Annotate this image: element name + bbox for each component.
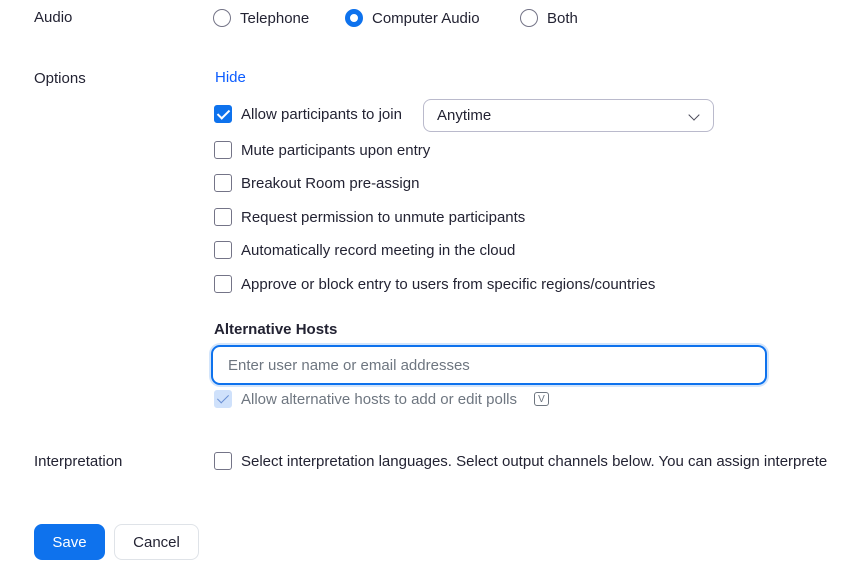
- interpretation-row: Select interpretation languages. Select …: [214, 451, 827, 471]
- breakout-preassign-label: Breakout Room pre-assign: [241, 174, 420, 192]
- join-time-select-value: Anytime: [437, 107, 492, 124]
- allow-join-label: Allow participants to join: [241, 105, 402, 123]
- request-unmute-label: Request permission to unmute participant…: [241, 208, 526, 226]
- breakout-preassign-checkbox[interactable]: [214, 174, 232, 192]
- auto-record-cloud-checkbox[interactable]: [214, 241, 232, 259]
- radio-telephone-label: Telephone: [240, 9, 310, 27]
- cancel-button[interactable]: Cancel: [114, 524, 199, 560]
- region-block-row: Approve or block entry to users from spe…: [214, 274, 655, 294]
- interpretation-checkbox[interactable]: [214, 452, 232, 470]
- radio-both[interactable]: Both: [520, 8, 578, 28]
- request-unmute-row: Request permission to unmute participant…: [214, 207, 525, 227]
- breakout-preassign-row: Breakout Room pre-assign: [214, 173, 419, 193]
- radio-computer-audio-label: Computer Audio: [372, 9, 480, 27]
- radio-both-circle[interactable]: [520, 9, 538, 27]
- auto-record-cloud-label: Automatically record meeting in the clou…: [241, 241, 516, 259]
- region-block-label: Approve or block entry to users from spe…: [241, 275, 656, 293]
- alt-hosts-polls-checkbox: [214, 390, 232, 408]
- radio-computer-audio[interactable]: Computer Audio: [345, 8, 480, 28]
- allow-join-row: Allow participants to join: [214, 104, 402, 124]
- version-badge-icon: V: [533, 392, 549, 406]
- options-label: Options: [34, 70, 86, 87]
- radio-telephone-circle[interactable]: [213, 9, 231, 27]
- allow-join-checkbox[interactable]: [214, 105, 232, 123]
- radio-both-label: Both: [547, 9, 578, 27]
- alternative-hosts-input[interactable]: [211, 345, 767, 385]
- request-unmute-checkbox[interactable]: [214, 208, 232, 226]
- alternative-hosts-title: Alternative Hosts: [214, 321, 338, 338]
- auto-record-cloud-row: Automatically record meeting in the clou…: [214, 240, 515, 260]
- hide-options-link[interactable]: Hide: [215, 69, 246, 86]
- interpretation-checkbox-label: Select interpretation languages. Select …: [241, 452, 828, 470]
- mute-on-entry-checkbox[interactable]: [214, 141, 232, 159]
- region-block-checkbox[interactable]: [214, 275, 232, 293]
- join-time-select[interactable]: Anytime: [423, 99, 714, 132]
- alt-hosts-polls-row: Allow alternative hosts to add or edit p…: [214, 389, 549, 409]
- interpretation-label: Interpretation: [34, 453, 123, 470]
- chevron-down-icon: [688, 109, 700, 121]
- mute-on-entry-label: Mute participants upon entry: [241, 141, 431, 159]
- radio-computer-audio-circle[interactable]: [345, 9, 363, 27]
- audio-label: Audio: [34, 9, 73, 26]
- save-button[interactable]: Save: [34, 524, 105, 560]
- mute-on-entry-row: Mute participants upon entry: [214, 140, 430, 160]
- alt-hosts-polls-label: Allow alternative hosts to add or edit p…: [241, 390, 517, 408]
- radio-telephone[interactable]: Telephone: [213, 8, 309, 28]
